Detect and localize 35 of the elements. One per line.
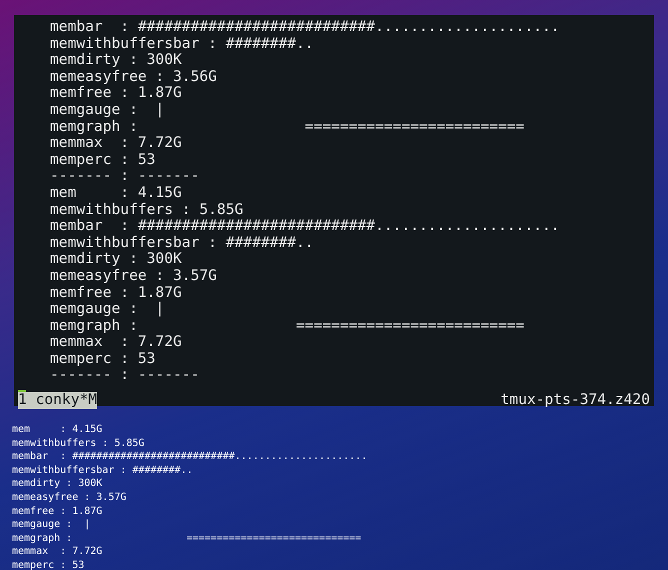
- terminal-line: memfree : 1.87G: [50, 85, 182, 102]
- terminal-line: memgauge : |: [50, 102, 164, 119]
- terminal-line: memwithbuffersbar : ########..: [50, 234, 314, 252]
- conky-line: memgraph : =============================: [12, 532, 362, 546]
- terminal-line: memgraph : =========================: [50, 118, 524, 136]
- terminal-line: membar : ###########################.....................: [50, 218, 560, 235]
- terminal-line: memperc : 53: [50, 350, 156, 368]
- terminal-line: memmax : 7.72G: [50, 135, 182, 152]
- terminal-line: memgraph : ==========================: [50, 318, 524, 334]
- terminal-line: memdirty : 300K: [50, 52, 182, 69]
- terminal-line: membar : ###########################.....................: [50, 19, 560, 36]
- conky-line: memwithbuffersbar : ########..: [12, 464, 193, 478]
- terminal-line: memeasyfree : 3.57G: [50, 268, 217, 284]
- terminal-line: memfree : 1.87G: [50, 284, 182, 302]
- conky-line: membar : ###########################......................: [12, 450, 368, 464]
- terminal-line: memeasyfree : 3.56G: [50, 68, 217, 86]
- terminal-line: memperc : 53: [50, 152, 156, 168]
- terminal-line: ------- : -------: [50, 168, 200, 185]
- terminal-line: mem : 4.15G: [50, 184, 182, 202]
- conky-line: memgauge : |: [12, 518, 90, 532]
- conky-line: memeasyfree : 3.57G: [12, 490, 126, 505]
- terminal-line: memwithbuffers : 5.85G: [50, 202, 244, 218]
- conky-line: memfree : 1.87G: [12, 504, 102, 518]
- conky-line: memmax : 7.72G: [12, 545, 102, 559]
- terminal-line: memdirty : 300K: [50, 251, 182, 268]
- conky-line: memwithbuffers : 5.85G: [12, 436, 144, 450]
- terminal-line: ------- : -------: [50, 367, 200, 384]
- conky-line: mem : 4.15G: [12, 423, 102, 437]
- terminal-line: memgauge : |: [50, 301, 164, 318]
- terminal-line: memwithbuffersbar : ########..: [50, 36, 314, 52]
- conky-line: memperc : 53: [12, 558, 84, 570]
- tmux-session-name: tmux-pts-374.z420: [500, 392, 650, 409]
- terminal-line: memmax : 7.72G: [50, 334, 182, 351]
- tmux-window-tab[interactable]: 1 conky*M: [18, 392, 98, 409]
- conky-line: memdirty : 300K: [12, 477, 102, 491]
